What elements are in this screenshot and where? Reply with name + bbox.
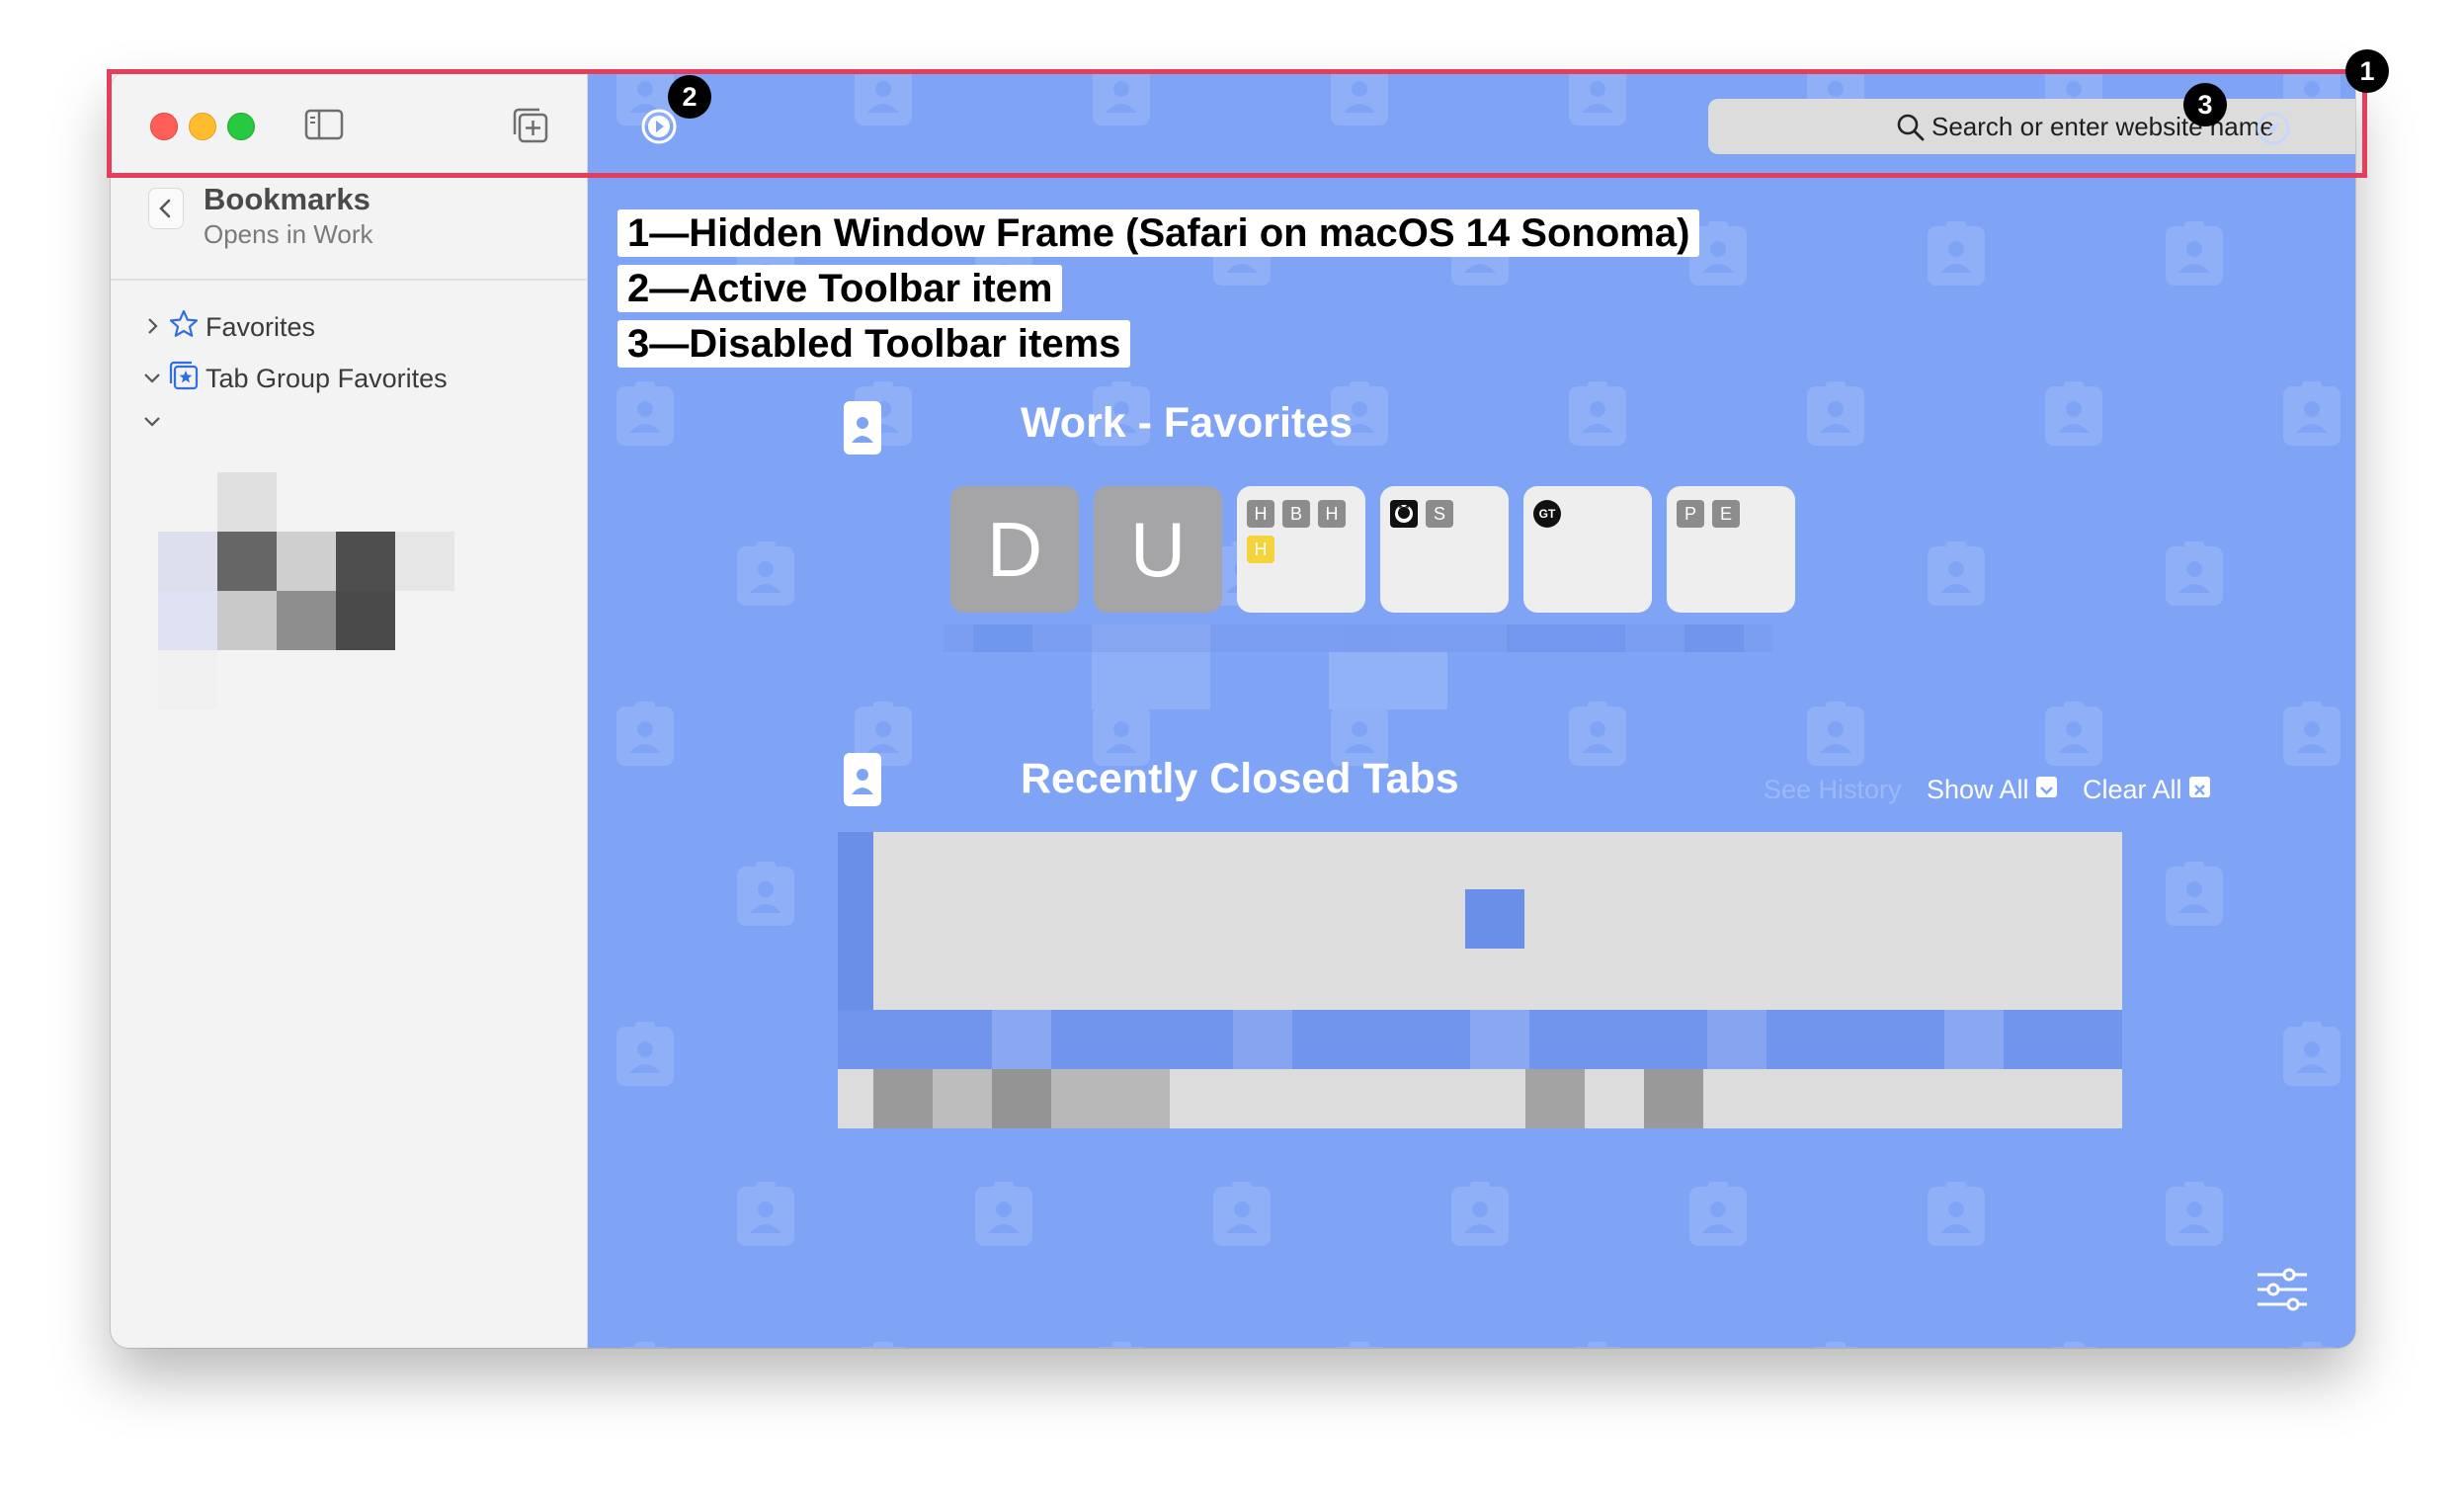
hidden-window-frame-highlight [107, 69, 2367, 178]
safari-window: Bookmarks Opens in Work Favorites Tab Gr… [111, 71, 2355, 1348]
favicon: H [1247, 536, 1274, 563]
annotation-badge-2: 2 [668, 75, 711, 119]
recently-closed-title: Recently Closed Tabs [1021, 755, 1459, 802]
see-history-link[interactable]: See History [1764, 775, 1902, 805]
favorite-tile[interactable]: H B H H [1237, 486, 1365, 613]
close-icon [2188, 777, 2210, 797]
annotation-label-2: 2—Active Toolbar item [617, 265, 1063, 312]
sidebar-item-favorites[interactable]: Favorites [140, 304, 575, 348]
favicon: S [1426, 500, 1453, 528]
profile-badge-icon [844, 753, 881, 806]
favorite-tile[interactable]: S [1380, 486, 1509, 613]
sidebar-item-label: Tab Group Favorites [205, 364, 448, 393]
favorite-tile[interactable]: D [950, 486, 1079, 613]
favicon: P [1677, 500, 1704, 528]
clear-all-button[interactable]: Clear All [2083, 775, 2210, 805]
favicon: H [1318, 500, 1346, 528]
tab-group-star-icon [169, 361, 199, 390]
favorite-tile[interactable]: GT [1523, 486, 1652, 613]
sidebar-title: Bookmarks [204, 182, 370, 216]
chevron-left-icon [159, 199, 171, 218]
star-icon [169, 309, 199, 337]
show-all-label: Show All [1927, 775, 2029, 804]
pixelated-redaction [944, 624, 1773, 713]
chevron-right-icon[interactable] [140, 314, 164, 338]
start-page: Search or enter website name 1—Hidden Wi… [588, 71, 2355, 1348]
favicon: E [1712, 500, 1740, 528]
sliders-icon[interactable] [2256, 1265, 2309, 1314]
sidebar: Bookmarks Opens in Work Favorites Tab Gr… [111, 71, 588, 1348]
favorite-tile[interactable]: P E [1667, 486, 1795, 613]
bookmarks-header: Bookmarks Opens in Work [148, 180, 583, 263]
favicon: B [1282, 500, 1310, 528]
sidebar-item-label: Favorites [205, 312, 316, 342]
sidebar-item-tab-group-favorites[interactable]: Tab Group Favorites [140, 356, 575, 399]
chevron-down-icon [2035, 777, 2057, 797]
clear-all-label: Clear All [2083, 775, 2182, 804]
profile-badge-icon [844, 401, 881, 455]
chevron-down-icon[interactable] [140, 366, 164, 389]
favicon: GT [1533, 500, 1561, 528]
pixelated-redaction [158, 472, 454, 769]
favorite-tile[interactable]: U [1094, 486, 1222, 613]
annotation-label-3: 3—Disabled Toolbar items [617, 320, 1131, 368]
tile-letter: U [1129, 506, 1187, 593]
pixelated-redaction [838, 832, 2122, 1128]
annotation-label-1: 1—Hidden Window Frame (Safari on macOS 1… [617, 209, 1700, 257]
favorites-title: Work - Favorites [1021, 399, 1354, 447]
annotation-badge-3: 3 [2183, 83, 2227, 126]
tile-letter: D [986, 506, 1043, 593]
github-icon [1390, 500, 1418, 528]
sidebar-divider [111, 279, 587, 281]
back-button[interactable] [148, 188, 184, 229]
chevron-down-icon[interactable] [140, 409, 164, 433]
favicon: H [1247, 500, 1274, 528]
show-all-button[interactable]: Show All [1927, 775, 2057, 805]
annotation-badge-1: 1 [2345, 49, 2389, 93]
sidebar-subtitle: Opens in Work [204, 219, 373, 249]
